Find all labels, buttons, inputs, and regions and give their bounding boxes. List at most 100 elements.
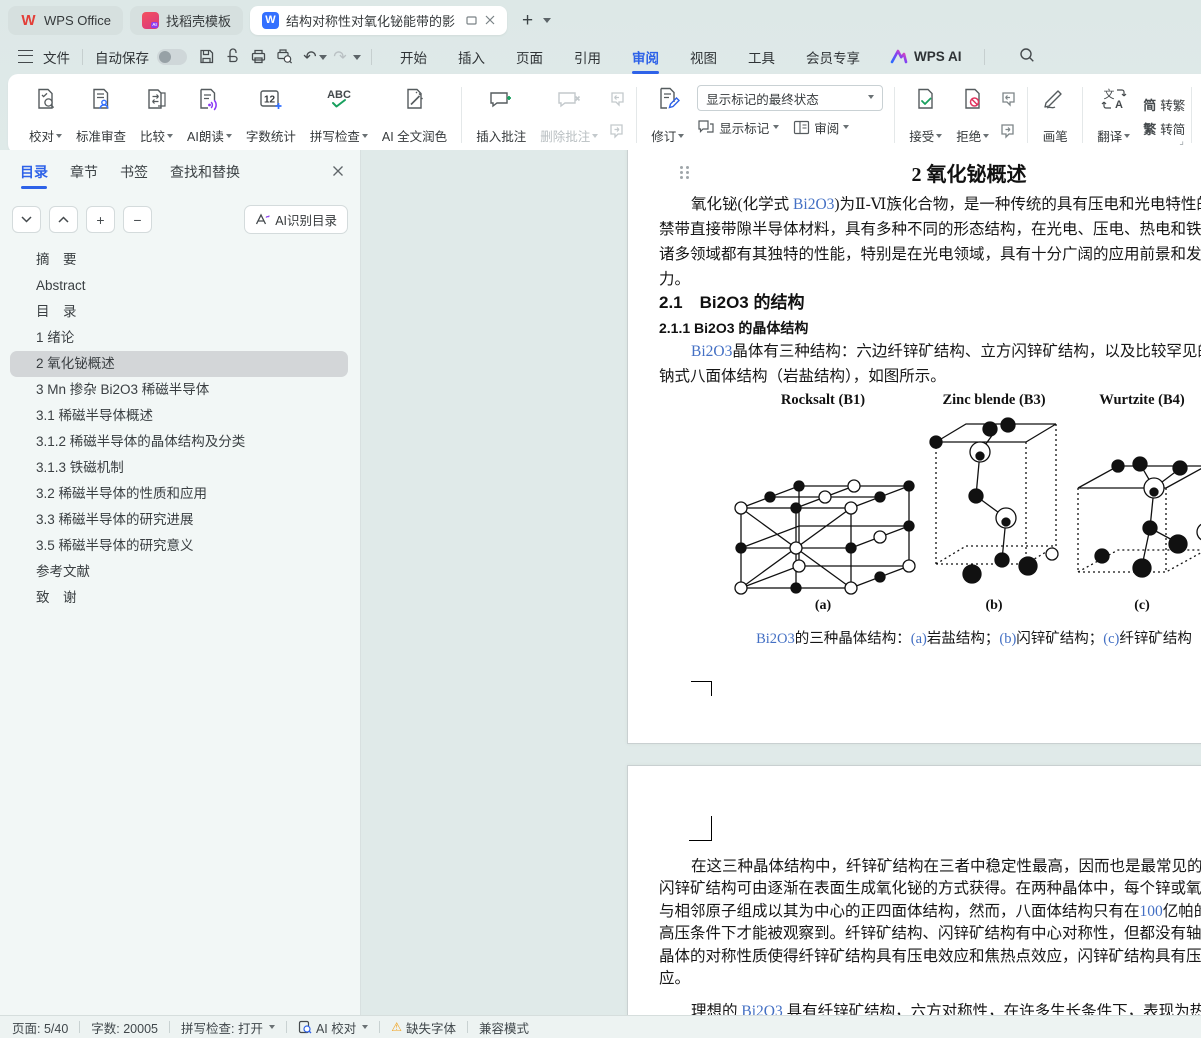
toc-item[interactable]: 3.1.3 铁磁机制: [0, 455, 360, 481]
toc-item[interactable]: Abstract: [0, 273, 360, 299]
compatibility-mode-badge[interactable]: 兼容模式: [479, 1018, 529, 1037]
ai-recognize-toc-button[interactable]: AI识别目录: [244, 205, 348, 234]
markup-state-dropdown[interactable]: 显示标记的最终状态: [697, 85, 884, 111]
new-tab-button[interactable]: +: [522, 11, 533, 30]
export-pdf-icon[interactable]: [220, 45, 244, 69]
spell-check-caret-icon: [268, 1025, 275, 1032]
menu-tab-页面[interactable]: 页面: [514, 42, 545, 72]
zinc-blende-structure-diagram: [929, 417, 1059, 584]
redo-icon: ↷: [333, 48, 347, 66]
print-preview-icon[interactable]: [272, 45, 296, 69]
next-change-icon[interactable]: [998, 120, 1018, 142]
menu-tab-开始[interactable]: 开始: [398, 42, 429, 72]
spell-check-button[interactable]: ABC 拼写检查: [303, 79, 375, 151]
wps-ai-logo-icon: [890, 49, 908, 64]
tab-wps-home[interactable]: W WPS Office: [8, 5, 123, 35]
previous-change-icon[interactable]: [998, 88, 1018, 110]
menu-tab-审阅[interactable]: 审阅: [630, 42, 661, 74]
close-tab-icon[interactable]: [485, 15, 495, 25]
group-expand-icon[interactable]: ⌟: [1179, 136, 1184, 147]
ai-proofread-icon: [298, 1020, 312, 1034]
document-page-2[interactable]: 在这三种晶体结构中，纤锌矿结构在三者中稳定性最高，因而也是最常见的结构， 闪锌矿结…: [627, 765, 1201, 1016]
restore-window-icon[interactable]: [466, 15, 477, 25]
track-changes-button[interactable]: 修订: [644, 79, 691, 151]
figure-sublabel-b: (b): [985, 598, 1003, 613]
reject-change-button[interactable]: 拒绝: [949, 79, 996, 151]
simplified-to-traditional-button[interactable]: 简 转繁: [1143, 93, 1185, 115]
toc-item[interactable]: 3.1.2 稀磁半导体的晶体结构及分类: [0, 429, 360, 455]
word-count-button[interactable]: 12 字数统计: [239, 79, 303, 151]
sidebar-tab-目录[interactable]: 目录: [20, 162, 48, 189]
ai-read-aloud-button[interactable]: AI朗读: [180, 79, 239, 151]
svg-text:12: 12: [264, 95, 276, 106]
menu-tab-插入[interactable]: 插入: [456, 42, 487, 72]
menu-tab-视图[interactable]: 视图: [688, 42, 719, 72]
toc-item[interactable]: 致 谢: [0, 585, 360, 611]
toc-item[interactable]: 3.3 稀磁半导体的研究进展: [0, 507, 360, 533]
proofread-button[interactable]: 校对: [22, 79, 69, 151]
standard-review-button[interactable]: 标准审查: [69, 79, 133, 151]
figure-sublabel-c: (c): [1134, 598, 1150, 613]
menu-bar: 文件 自动保存 ↶ ↷ 开始 插入 页面 引用 审阅 视图 工具 会员专享 WPS AI: [0, 40, 1201, 74]
document-canvas[interactable]: 2 氧化铋概述 氧化铋(化学式 Bi2O3)为Ⅱ-Ⅵ族化合物，是一种传统的具有压…: [361, 150, 1201, 1016]
ai-polish-icon: [403, 84, 427, 114]
history-dropdown-icon[interactable]: [353, 55, 361, 64]
toc-item[interactable]: 参考文献: [0, 559, 360, 585]
svg-text:文: 文: [1103, 87, 1114, 101]
tab-document[interactable]: W 结构对称性对氧化铋能带的影: [249, 5, 507, 35]
compare-button[interactable]: 比较: [133, 79, 180, 151]
word-count-icon: 12: [258, 84, 284, 114]
word-count-indicator[interactable]: 字数: 20005: [91, 1018, 158, 1037]
insert-comment-button[interactable]: 插入批注: [469, 79, 533, 151]
menu-tab-会员专享[interactable]: 会员专享: [804, 42, 862, 72]
accept-change-button[interactable]: 接受: [902, 79, 949, 151]
sidebar-tab-章节[interactable]: 章节: [70, 162, 98, 189]
sidebar-tab-书签[interactable]: 书签: [120, 162, 148, 189]
toc-item[interactable]: 摘 要: [0, 247, 360, 273]
menu-tab-引用[interactable]: 引用: [572, 42, 603, 72]
autosave-toggle[interactable]: [157, 48, 187, 65]
menu-tab-工具[interactable]: 工具: [746, 42, 777, 72]
undo-dropdown-icon[interactable]: [319, 55, 327, 64]
print-icon[interactable]: [246, 45, 270, 69]
expand-all-button[interactable]: [49, 206, 78, 233]
toc-item[interactable]: 3 Mn 掺杂 Bi2O3 稀磁半导体: [0, 377, 360, 403]
document-text-line: 晶体的对称性质使得纤锌矿结构具有压电效应和焦热点效应，闪锌矿结构具有压电效: [659, 947, 1201, 965]
heading-2-1: 2.1 Bi2O3 的结构: [659, 293, 805, 312]
tab-docer-templates[interactable]: AI 找稻壳模板: [129, 5, 243, 35]
ai-polish-button[interactable]: AI 全文润色: [375, 79, 454, 151]
spell-check-status[interactable]: 拼写检查: 打开: [181, 1018, 275, 1037]
save-icon[interactable]: [194, 45, 218, 69]
toc-item[interactable]: 2 氧化铋概述: [10, 351, 348, 377]
ai-proofread-status[interactable]: AI 校对: [298, 1018, 369, 1037]
wps-ai-entry[interactable]: WPS AI: [890, 49, 962, 64]
toc-item[interactable]: 目 录: [0, 299, 360, 325]
document-page-1[interactable]: 2 氧化铋概述 氧化铋(化学式 Bi2O3)为Ⅱ-Ⅵ族化合物，是一种传统的具有压…: [627, 150, 1201, 744]
zoom-in-outline-button[interactable]: +: [86, 206, 115, 233]
missing-font-warning[interactable]: ⚠ 缺失字体: [391, 1018, 456, 1037]
show-markup-button[interactable]: 显示标记: [697, 116, 780, 138]
sidebar-tab-查找和替换[interactable]: 查找和替换: [170, 162, 240, 189]
file-menu[interactable]: 文件: [41, 47, 72, 67]
search-icon[interactable]: [1019, 47, 1036, 67]
delete-comment-icon: [556, 84, 582, 114]
document-text-line: 力。: [659, 271, 691, 288]
zoom-out-outline-button[interactable]: −: [123, 206, 152, 233]
autosave-label: 自动保存: [95, 50, 149, 66]
page-indicator[interactable]: 页面: 5/40: [12, 1018, 68, 1037]
hamburger-menu-icon[interactable]: [18, 50, 33, 63]
toc-item[interactable]: 3.5 稀磁半导体的研究意义: [0, 533, 360, 559]
collapse-all-button[interactable]: [12, 206, 41, 233]
tab-list-dropdown-icon[interactable]: [543, 17, 552, 27]
spell-check-icon: ABC: [324, 84, 354, 114]
sidebar-close-icon[interactable]: [332, 164, 344, 182]
jian-glyph-icon: 简: [1143, 97, 1157, 113]
review-pane-button[interactable]: 审阅: [793, 116, 850, 138]
toc-item[interactable]: 1 绪论: [0, 325, 360, 351]
toc-item[interactable]: 3.2 稀磁半导体的性质和应用: [0, 481, 360, 507]
review-pane-icon: [794, 120, 810, 134]
ink-brush-button[interactable]: 画笔: [1035, 79, 1075, 151]
translate-button[interactable]: 文A 翻译: [1090, 79, 1137, 151]
document-text-line: 理想的 Bi2O3 具有纤锌矿结构，六方对称性，在许多生长条件下，表现为热力: [691, 1003, 1201, 1016]
toc-item[interactable]: 3.1 稀磁半导体概述: [0, 403, 360, 429]
